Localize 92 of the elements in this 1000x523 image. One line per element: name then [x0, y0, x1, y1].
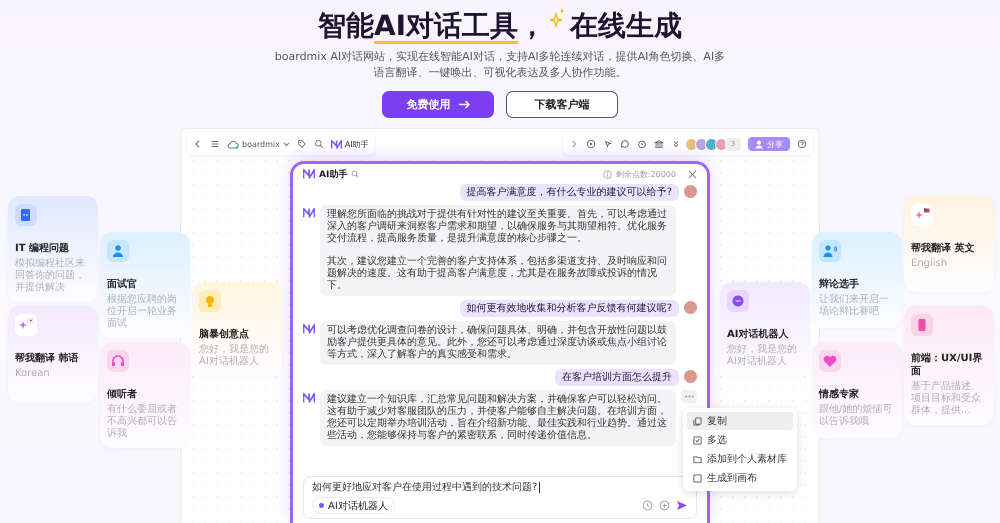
play-icon[interactable]	[586, 139, 596, 149]
cloud-icon	[227, 140, 239, 148]
card-description: English	[911, 258, 948, 270]
heart-icon	[822, 354, 838, 368]
bank-icon[interactable]	[654, 139, 664, 149]
person-icon	[110, 244, 126, 258]
card-title: 倾听者	[107, 388, 138, 401]
logo-icon	[303, 208, 315, 218]
clock-icon[interactable]	[642, 500, 653, 511]
help-icon[interactable]	[797, 139, 807, 149]
card-title: 面试官	[107, 278, 138, 291]
file-dropdown[interactable]: boardmix	[227, 140, 290, 148]
card-title: 前端：UX/UI界面	[911, 352, 984, 378]
close-icon[interactable]	[688, 170, 697, 178]
caret-icon	[282, 142, 290, 146]
role-card[interactable]: 帮我翻译 韩语 Korean	[8, 306, 98, 402]
person-icon	[755, 140, 764, 148]
role-card[interactable]: 帮我翻译 英文 English	[904, 196, 994, 292]
search-icon[interactable]	[351, 170, 360, 178]
subtitle: boardmix AI对话网站，实现在线智能AI对话，支持AI多轮连续对话，提供AI角色切换、AI多语言翻译、一键唤出、可视化表达及多人协作功能。	[274, 49, 726, 81]
free-use-button[interactable]: 免费使用	[382, 91, 494, 118]
more-button[interactable]	[681, 390, 697, 403]
card-title: 情感专家	[819, 388, 860, 401]
card-title: AI对话机器人	[727, 328, 790, 341]
menu-item[interactable]: 复制	[687, 412, 793, 430]
ai-assistant-button[interactable]: AI助手	[330, 138, 369, 150]
logo-icon	[303, 324, 315, 334]
card-title: 帮我翻译 英文	[911, 242, 976, 255]
user-message: 如何更有效地收集和分析客户反馈有何建议呢?	[460, 300, 679, 317]
copy-icon	[693, 416, 702, 426]
logo-icon	[303, 393, 315, 403]
tag-icon[interactable]	[296, 139, 307, 149]
menu-item[interactable]: 添加到个人素材库	[687, 450, 793, 468]
card-title: 帮我翻译 韩语	[15, 352, 80, 365]
ai-message: 建议建立一个知识库，汇总常见问题和解决方案，并确保客户可以轻松访问。这有助于减少对客服团队的压力，并使客户能够自主解决问题。在培训方面，您还可以定期举办培训活动，旨在介绍新功能、最佳实践和行业趋势。通过这些活动，您能够保持与客户的紧密联系，同时传递价值信息。	[320, 390, 676, 446]
card-description: 跟他/她的烦恼可以告诉我哦	[819, 404, 894, 428]
chat-title: AI助手	[319, 168, 348, 180]
user-message: 在客户培训方面怎么提升	[555, 369, 679, 386]
user-avatar	[684, 301, 697, 314]
card-description: 基于产品描述、项目目标和受众群体，提供...	[911, 381, 982, 417]
comment-icon[interactable]	[620, 139, 630, 149]
card-description: 有什么委屈或者不高兴都可以告诉我	[107, 404, 178, 440]
headline-tail: 在线生成	[570, 8, 682, 44]
card-description: 根据您应聘的岗位开启一轮业务面试	[107, 294, 178, 330]
card-title: 脑暴创意点	[199, 328, 250, 341]
info-icon	[602, 170, 612, 178]
speaker-person-icon	[822, 244, 838, 258]
logo-icon	[330, 140, 342, 148]
card-description: Korean	[15, 368, 51, 380]
add-icon[interactable]	[659, 500, 670, 511]
send-icon[interactable]	[676, 500, 688, 511]
cursor-sparkle-icon[interactable]	[603, 139, 613, 149]
frame-icon	[693, 474, 702, 482]
timer-icon[interactable]	[637, 139, 647, 149]
folder-icon	[693, 454, 702, 464]
role-card[interactable]: 情感专家 跟他/她的烦恼可以告诉我哦	[812, 342, 902, 438]
role-card[interactable]: 脑暴创意点 您好，我是您的AI对话机器人	[192, 282, 282, 378]
text-cursor	[539, 482, 540, 493]
ai-message: 可以考虑优化调查问卷的设计，确保问题具体、明确，并包含开放性问题以鼓励客户提供更具体的意见。此外，您还可以考虑通过深度访谈或焦点小组讨论等方式，深入了解客户的真实感受和需求。	[320, 321, 676, 365]
ai-message: 理解您所面临的挑战对于提供有针对性的建议至关重要。首先，可以考虑通过深入的客户调研来洞察客户需求和期望，以确保服务与其期望相符。优化服务交付流程，提高服务质量，是提升满意度的核心步骤之一。 其次，建议您建立一个完善的客户支持体系，包括多渠道支持、及时响应和问题解决的速度。这有助于提高客户满意度，尤其是在服务故障或投诉的情况下。	[320, 205, 676, 296]
role-card[interactable]: 前端：UX/UI界面 基于产品描述、项目目标和受众群体，提供...	[904, 306, 994, 425]
avatar	[695, 138, 708, 150]
role-card[interactable]: AI对话机器人 您好，我是您的AI对话机器人	[720, 282, 810, 378]
card-title: 辩论选手	[819, 278, 860, 291]
sparkle-icon	[550, 8, 566, 28]
search-icon[interactable]	[314, 139, 324, 149]
download-button[interactable]: 下载客户端	[506, 91, 618, 118]
menu-item[interactable]: 多选	[687, 431, 793, 449]
headphones-icon	[110, 354, 126, 368]
role-card[interactable]: 倾听者 有什么委屈或者不高兴都可以告诉我	[100, 342, 190, 448]
menu-icon[interactable]	[210, 139, 220, 149]
card-description: 模拟编程社区来回答你的问题，并提供解决	[15, 258, 86, 294]
card-title: IT 编程问题	[15, 242, 70, 255]
user-avatar	[684, 185, 697, 198]
card-description: 您好，我是您的AI对话机器人	[727, 344, 798, 368]
avatar	[685, 138, 698, 150]
user-avatar	[684, 370, 697, 383]
message-input[interactable]: 如何更好地应对客户在使用过程中遇到的技术问题? AI对话机器人	[303, 476, 697, 519]
arrow-right-icon	[458, 100, 470, 109]
double-chevron-icon[interactable]	[671, 139, 681, 149]
avatar	[705, 138, 718, 150]
user-message: 提高客户满意度，有什么专业的建议可以给予?	[460, 184, 679, 201]
role-card[interactable]: 面试官 根据您应聘的岗位开启一轮业务面试	[100, 232, 190, 338]
role-chip[interactable]: AI对话机器人	[312, 497, 395, 514]
logo-icon	[303, 169, 315, 179]
more-icon	[684, 395, 694, 398]
role-card[interactable]: IT 编程问题 模拟编程社区来回答你的问题，并提供解决	[8, 196, 98, 302]
points-remaining: 剩余点数:20000	[616, 168, 676, 180]
card-description: 您好，我是您的AI对话机器人	[199, 344, 270, 368]
card-description: 让我们来开启一场论辩比赛吧	[819, 294, 890, 318]
role-card[interactable]: 辩论选手 让我们来开启一场论辩比赛吧	[812, 232, 902, 328]
checkbox-icon	[693, 436, 702, 444]
